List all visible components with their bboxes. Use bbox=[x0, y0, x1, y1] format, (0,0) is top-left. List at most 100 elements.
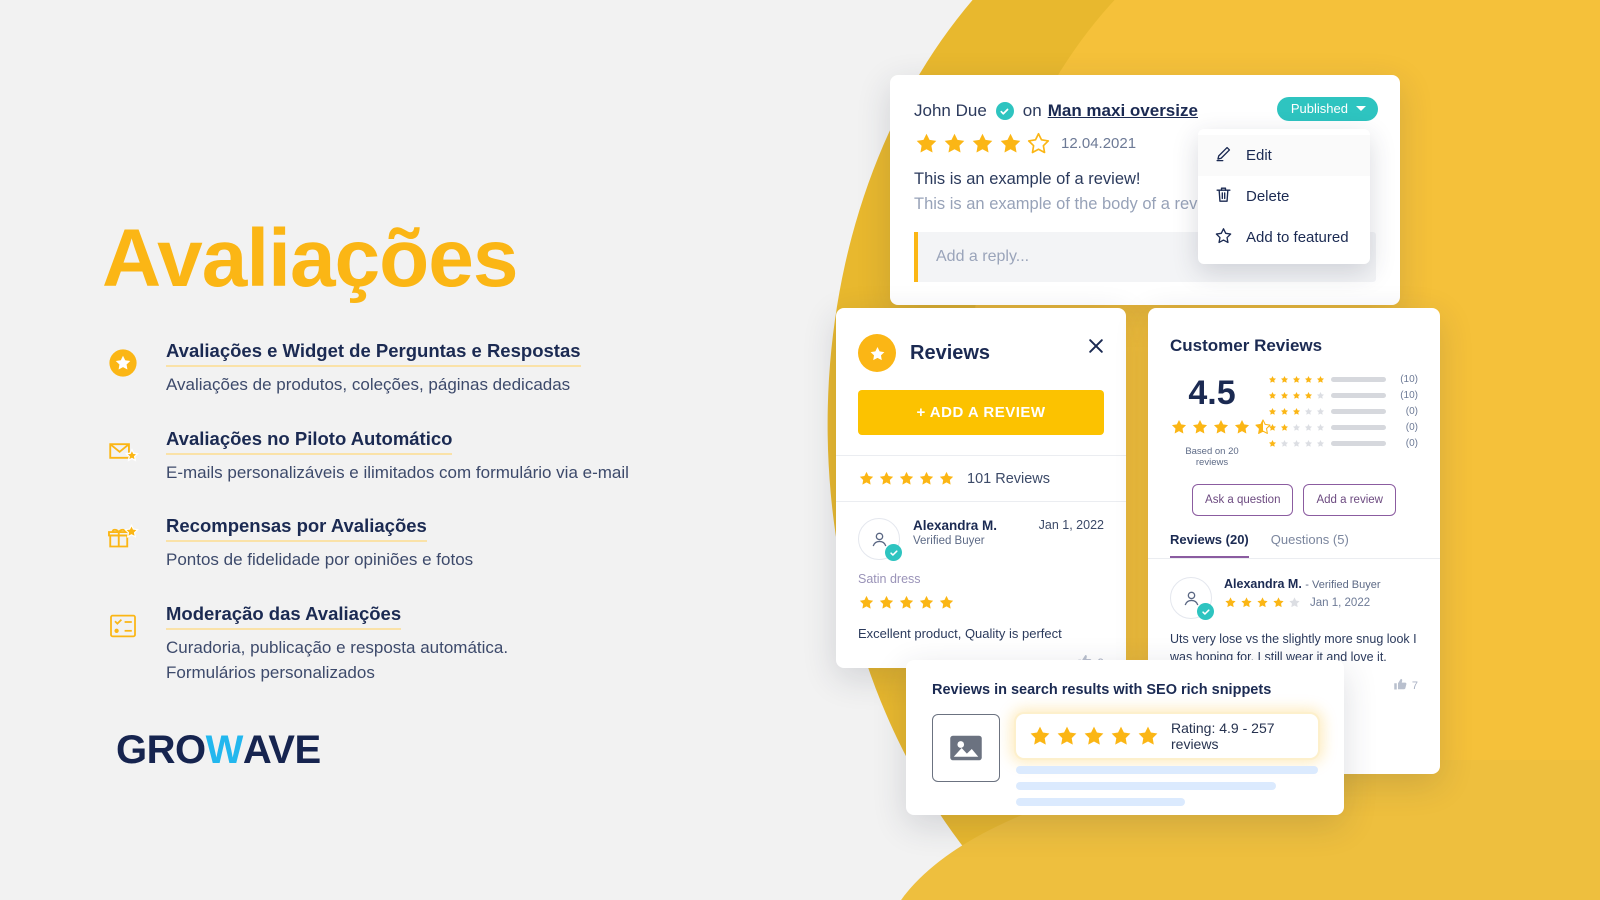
status-badge-published[interactable]: Published bbox=[1276, 97, 1378, 121]
review-context-menu: Edit Delete Add to featured bbox=[1198, 129, 1370, 264]
growave-logo: GRO W AVE bbox=[116, 728, 321, 773]
customer-reviews-title: Customer Reviews bbox=[1170, 336, 1323, 355]
menu-item-add-to-featured[interactable]: Add to featured bbox=[1198, 217, 1370, 258]
chevron-down-icon bbox=[1356, 106, 1366, 111]
review-count: 101 Reviews bbox=[967, 470, 1051, 487]
feature-item-moderation: Moderação das Avaliações Curadoria, publ… bbox=[102, 603, 722, 685]
rating-bar-row-1-star: (0) bbox=[1268, 438, 1418, 449]
logo-part-3: AVE bbox=[242, 728, 321, 772]
gift-star-icon bbox=[102, 517, 144, 559]
feature-desc: Avaliações de produtos, coleções, página… bbox=[166, 375, 571, 394]
placeholder-line bbox=[1016, 798, 1186, 806]
star-icon bbox=[858, 334, 896, 372]
seo-rating-snippet: Rating: 4.9 - 257 reviews bbox=[1016, 714, 1318, 758]
rating-bar-row-3-star: (0) bbox=[1268, 406, 1418, 417]
feature-desc: E-mails personalizáveis e ilimitados com… bbox=[166, 462, 629, 482]
rating-bar-count: (10) bbox=[1400, 374, 1418, 385]
rating-bar-row-5-star: (10) bbox=[1268, 374, 1418, 385]
star-rating bbox=[1268, 391, 1325, 400]
status-label: Published bbox=[1290, 101, 1348, 116]
page-root: Avaliações Avaliações e Widget de Pergun… bbox=[0, 0, 1600, 900]
trash-icon bbox=[1214, 185, 1233, 208]
rating-summary: 4.5 Based on 20 reviews (10) (10) (0) (0) (0… bbox=[1148, 356, 1440, 468]
reviewed-product: Satin dress bbox=[858, 572, 921, 586]
menu-item-label: Add to featured bbox=[1246, 229, 1349, 246]
star-rating bbox=[858, 594, 955, 611]
rating-bar-count: (0) bbox=[1405, 406, 1418, 417]
product-link[interactable]: Man maxi oversize bbox=[1048, 101, 1198, 121]
add-a-review-button[interactable]: Add a review bbox=[1303, 484, 1396, 516]
feature-title: Moderação das Avaliações bbox=[166, 603, 402, 630]
add-a-review-button[interactable]: + ADD A REVIEW bbox=[858, 390, 1104, 435]
rating-breakdown-bars: (10) (10) (0) (0) (0) bbox=[1268, 372, 1418, 468]
logo-part-2: W bbox=[205, 728, 244, 772]
based-on-label: Based on 20 reviews bbox=[1185, 446, 1239, 468]
rating-bar-track bbox=[1331, 425, 1386, 430]
rating-bar-count: (0) bbox=[1405, 422, 1418, 433]
review-date: Jan 1, 2022 bbox=[1310, 596, 1371, 609]
feature-title: Avaliações e Widget de Perguntas e Respo… bbox=[166, 340, 581, 367]
image-placeholder-icon bbox=[932, 714, 1000, 782]
seo-card-title: Reviews in search results with SEO rich … bbox=[932, 682, 1272, 698]
customer-reviews-actions: Ask a question Add a review bbox=[1148, 468, 1440, 516]
review-user-row: Alexandra M. Verified Buyer Jan 1, 2022 bbox=[858, 518, 1104, 561]
feature-desc: Curadoria, publicação e resposta automát… bbox=[166, 637, 509, 682]
rating-bar-track bbox=[1331, 441, 1386, 446]
rating-bar-track bbox=[1331, 393, 1386, 398]
thumbs-up-icon bbox=[1393, 677, 1408, 695]
logo-part-1: GRO bbox=[116, 728, 206, 772]
reviewer-name: Alexandra M. bbox=[913, 518, 998, 533]
customer-reviews-tabs: Reviews (20) Questions (5) bbox=[1148, 516, 1440, 559]
review-date: Jan 1, 2022 bbox=[1038, 518, 1104, 532]
pencil-icon bbox=[1214, 144, 1233, 167]
star-rating bbox=[858, 470, 955, 487]
reviews-widget-header: Reviews bbox=[836, 308, 1126, 372]
review-meta: Jan 1, 2022 bbox=[1224, 596, 1381, 609]
ask-a-question-button[interactable]: Ask a question bbox=[1192, 484, 1294, 516]
star-rating bbox=[1268, 423, 1325, 432]
like-count: 7 bbox=[1411, 679, 1418, 692]
feature-desc: Pontos de fidelidade por opiniões e foto… bbox=[166, 550, 474, 570]
menu-item-label: Edit bbox=[1246, 147, 1272, 164]
rating-bar-count: (0) bbox=[1405, 438, 1418, 449]
tab-reviews[interactable]: Reviews (20) bbox=[1170, 532, 1249, 558]
widget-title: Reviews bbox=[910, 341, 991, 364]
seo-rich-snippets-card: Reviews in search results with SEO rich … bbox=[906, 660, 1344, 815]
review-date: 12.04.2021 bbox=[1061, 135, 1137, 152]
menu-item-edit[interactable]: Edit bbox=[1198, 135, 1370, 176]
seo-snippet-row: Rating: 4.9 - 257 reviews bbox=[906, 698, 1344, 806]
seo-result-body: Rating: 4.9 - 257 reviews bbox=[1016, 714, 1318, 806]
rating-bar-row-2-star: (0) bbox=[1268, 422, 1418, 433]
star-rating bbox=[1268, 439, 1325, 448]
review-user-row: Alexandra M. - Verified Buyer Jan 1, 202… bbox=[1170, 577, 1418, 620]
on-label: on bbox=[1022, 101, 1042, 120]
verified-check-icon bbox=[995, 102, 1014, 120]
widget-summary: 101 Reviews bbox=[836, 456, 1126, 501]
rating-bar-track bbox=[1331, 377, 1386, 382]
star-rating bbox=[1028, 724, 1160, 748]
left-panel: Avaliações Avaliações e Widget de Pergun… bbox=[0, 0, 830, 900]
user-avatar-icon bbox=[1170, 577, 1214, 620]
user-avatar-icon bbox=[858, 518, 902, 561]
feature-item-autopilot: Avaliações no Piloto Automático E-mails … bbox=[102, 428, 722, 486]
star-circle-icon bbox=[102, 342, 144, 384]
feature-title: Avaliações no Piloto Automático bbox=[166, 428, 453, 455]
reviews-widget-card: Reviews + ADD A REVIEW 101 Reviews Alexa… bbox=[836, 308, 1126, 668]
review-author: John Due bbox=[914, 101, 987, 120]
placeholder-line bbox=[1016, 766, 1318, 774]
average-score-block: 4.5 Based on 20 reviews bbox=[1170, 372, 1271, 468]
verified-check-icon bbox=[1197, 603, 1214, 620]
menu-item-delete[interactable]: Delete bbox=[1198, 176, 1370, 217]
feature-list: Avaliações e Widget de Perguntas e Respo… bbox=[102, 340, 722, 715]
star-rating bbox=[914, 131, 1051, 156]
reviewer-name: Alexandra M. - Verified Buyer bbox=[1224, 577, 1381, 591]
placeholder-line bbox=[1016, 782, 1276, 790]
feature-item-reviews-widget: Avaliações e Widget de Perguntas e Respo… bbox=[102, 340, 722, 398]
close-icon[interactable] bbox=[1086, 336, 1106, 356]
star-rating bbox=[1224, 596, 1301, 609]
form-checklist-icon bbox=[102, 605, 144, 647]
star-outline-icon bbox=[1214, 226, 1233, 249]
verified-buyer-label: Verified Buyer bbox=[913, 535, 985, 547]
verified-check-icon bbox=[885, 544, 902, 561]
tab-questions[interactable]: Questions (5) bbox=[1271, 532, 1349, 558]
